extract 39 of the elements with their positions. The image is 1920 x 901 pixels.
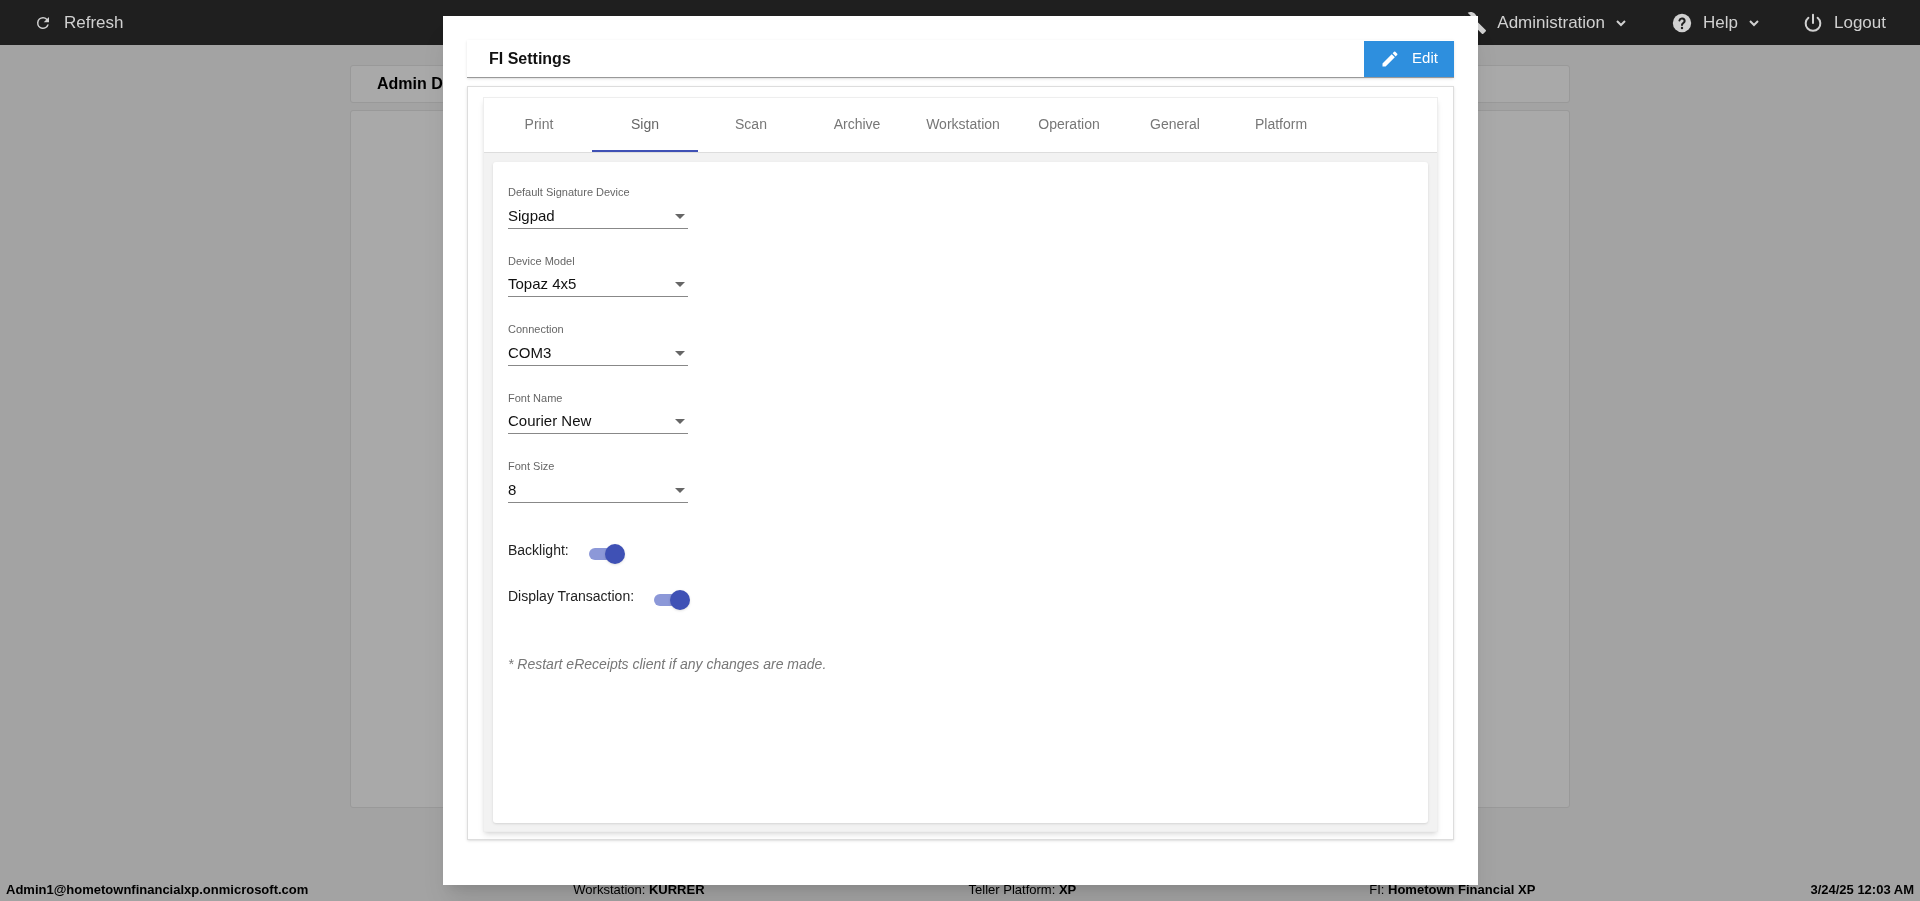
- tab[interactable]: Platform: [1228, 98, 1334, 152]
- dropdown-arrow-icon: [675, 282, 685, 287]
- card-title: Admin D: [377, 74, 443, 94]
- select-field[interactable]: COM3: [508, 341, 688, 366]
- tab[interactable]: Operation: [1016, 98, 1122, 152]
- tab[interactable]: General: [1122, 98, 1228, 152]
- dropdown-arrow-icon: [675, 350, 685, 356]
- field-label: Font Name: [508, 390, 563, 406]
- fi-label: FI: Hometown Financial XP: [1369, 881, 1536, 900]
- tab[interactable]: Scan: [698, 98, 804, 152]
- field-label: Font Size: [508, 459, 555, 474]
- platform-label: Teller Platform: XP: [968, 881, 1077, 900]
- tab[interactable]: Workstation: [910, 98, 1016, 152]
- refresh-button[interactable]: Refresh: [34, 9, 124, 36]
- tab[interactable]: Archive: [804, 98, 910, 152]
- user-email: Admin1@hometownfinancialxp.onmicrosoft.com: [6, 881, 309, 900]
- select-field[interactable]: Topaz 4x5: [508, 273, 688, 297]
- modal-title: FI Settings: [488, 48, 571, 69]
- select-field[interactable]: Sigpad: [508, 204, 688, 229]
- dropdown-arrow-icon: [675, 487, 685, 493]
- toggle-label: Display Transaction:: [508, 587, 635, 606]
- select-field[interactable]: 8: [508, 478, 688, 503]
- dropdown-arrow-icon: [675, 419, 685, 424]
- tab[interactable]: Print: [486, 98, 592, 152]
- toggle-label: Backlight:: [508, 541, 569, 560]
- field-label: Connection: [508, 322, 564, 337]
- field-label: Device Model: [508, 253, 575, 269]
- field-label: Default Signature Device: [508, 185, 630, 200]
- date-time: 3/24/25 12:03 AM: [1810, 881, 1914, 900]
- select-field[interactable]: Courier New: [508, 410, 688, 434]
- workstation-label: Workstation: KURRER: [573, 881, 705, 900]
- power-icon: [1802, 11, 1824, 34]
- dropdown-arrow-icon: [675, 213, 685, 219]
- restart-note: * Restart eReceipts client if any changes are made.: [508, 654, 828, 674]
- toggle-switch[interactable]: [588, 543, 625, 564]
- menu-button[interactable]: Help: [1671, 9, 1760, 36]
- logout-button[interactable]: Logout: [1802, 9, 1886, 36]
- help-icon: [1671, 11, 1694, 34]
- toggle-switch[interactable]: [654, 589, 691, 610]
